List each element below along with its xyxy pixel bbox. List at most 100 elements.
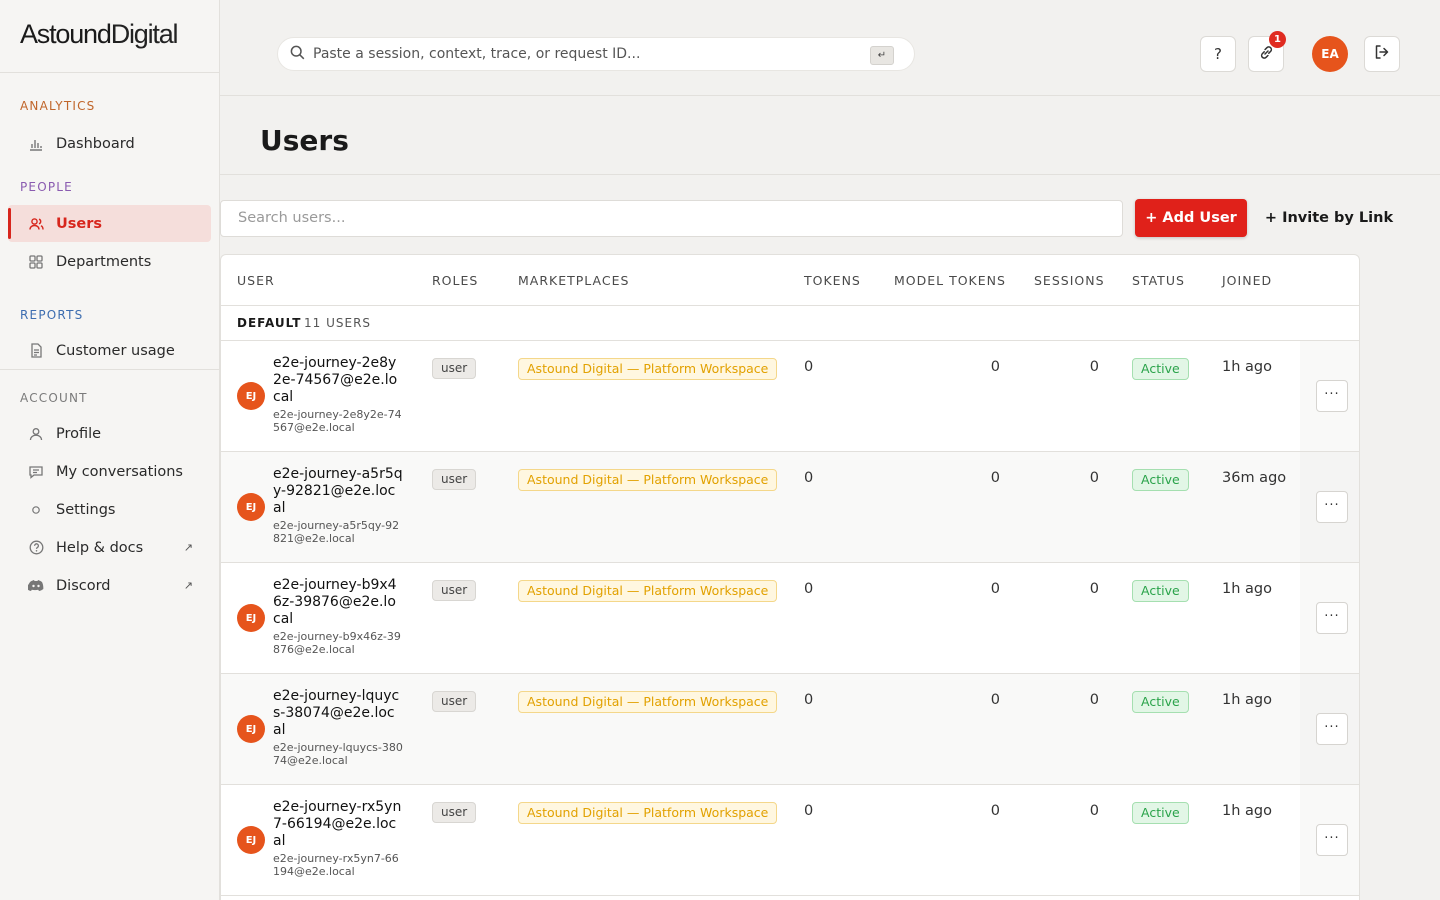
page-title: Users: [260, 124, 349, 157]
status-badge: Active: [1132, 580, 1189, 602]
more-actions-button[interactable]: ···: [1316, 713, 1348, 745]
sidebar-item-label: Departments: [56, 253, 152, 270]
row-actions-cell: ···: [1300, 674, 1359, 784]
model-tokens-value: 0: [990, 692, 1000, 708]
more-actions-button[interactable]: ···: [1316, 824, 1348, 856]
more-actions-button[interactable]: ···: [1316, 602, 1348, 634]
tokens-value: 0: [804, 803, 814, 819]
model-tokens-value: 0: [990, 581, 1000, 597]
sidebar-item-label: Profile: [56, 425, 102, 442]
user-name[interactable]: e2e-journey-2e8y2e-74567@e2e.local: [273, 355, 403, 405]
table-row[interactable]: EJ e2e-journey-lquycs-38074@e2e.local e2…: [221, 674, 1359, 785]
sidebar-item-help-docs[interactable]: Help & docs ↗: [8, 529, 211, 566]
table-row[interactable]: EJ e2e-journey-2e8y2e-74567@e2e.local e2…: [221, 341, 1359, 452]
user-email: e2e-journey-a5r5qy-92821@e2e.local: [273, 519, 400, 545]
sessions-value: 0: [1089, 803, 1099, 819]
user-name[interactable]: e2e-journey-a5r5qy-92821@e2e.local: [273, 466, 403, 516]
search-icon: [290, 45, 305, 64]
column-header-joined[interactable]: JOINED: [1222, 273, 1272, 288]
group-count: 11 USERS: [304, 316, 372, 330]
column-header-status[interactable]: STATUS: [1132, 273, 1185, 288]
sidebar-item-label: Settings: [56, 501, 116, 518]
grid-icon: [28, 254, 44, 270]
sidebar-item-dashboard[interactable]: Dashboard: [8, 125, 211, 162]
more-actions-button[interactable]: ···: [1316, 380, 1348, 412]
section-label-people: PEOPLE: [20, 180, 73, 194]
sessions-value: 0: [1089, 359, 1099, 375]
table-row[interactable]: EJ e2e-journey-rx5yn7-66194@e2e.local e2…: [221, 785, 1359, 896]
enter-key-hint: ↵: [870, 46, 894, 65]
brand-logo-part2: Digital: [110, 19, 179, 49]
sessions-value: 0: [1089, 470, 1099, 486]
column-header-roles[interactable]: ROLES: [432, 273, 478, 288]
joined-value: 1h ago: [1222, 692, 1272, 708]
joined-value: 1h ago: [1222, 803, 1272, 819]
logout-button[interactable]: [1364, 36, 1400, 72]
avatar: EJ: [237, 604, 265, 632]
marketplace-badge: Astound Digital — Platform Workspace: [518, 802, 778, 824]
sidebar-item-profile[interactable]: Profile: [8, 415, 211, 452]
joined-value: 1h ago: [1222, 581, 1272, 597]
tokens-value: 0: [804, 470, 814, 486]
sidebar-item-discord[interactable]: Discord ↗: [8, 567, 211, 604]
user-email: e2e-journey-2e8y2e-74567@e2e.local: [273, 408, 402, 434]
joined-value: 1h ago: [1222, 359, 1272, 375]
settings-icon: [28, 502, 44, 518]
add-user-button[interactable]: + Add User: [1135, 199, 1247, 237]
sidebar-item-settings[interactable]: Settings: [8, 491, 211, 528]
sidebar-item-users[interactable]: Users: [8, 205, 211, 242]
users-table: USER ROLES MARKETPLACES TOKENS MODEL TOK…: [220, 254, 1360, 900]
user-email: e2e-journey-lquycs-38074@e2e.local: [273, 741, 403, 767]
sidebar-item-customer-usage[interactable]: Customer usage: [8, 332, 211, 369]
table-row[interactable]: EJ e2e-journey-b9x46z-39876@e2e.local e2…: [221, 563, 1359, 674]
sidebar-item-my-conversations[interactable]: My conversations: [8, 453, 211, 490]
column-header-sessions[interactable]: SESSIONS: [1034, 273, 1105, 288]
column-header-model-tokens[interactable]: MODEL TOKENS: [894, 273, 1006, 288]
sidebar-item-label: Dashboard: [56, 135, 135, 152]
marketplace-badge: Astound Digital — Platform Workspace: [518, 691, 778, 713]
bar-chart-icon: [28, 136, 44, 152]
user-avatar[interactable]: EA: [1312, 36, 1348, 72]
section-label-reports: REPORTS: [20, 308, 84, 322]
status-badge: Active: [1132, 691, 1189, 713]
user-name[interactable]: e2e-journey-lquycs-38074@e2e.local: [273, 688, 403, 738]
sidebar: AstoundDigital ANALYTICS Dashboard PEOPL…: [0, 0, 220, 900]
links-button[interactable]: 1: [1248, 31, 1286, 72]
column-header-tokens[interactable]: TOKENS: [804, 273, 861, 288]
table-header: USER ROLES MARKETPLACES TOKENS MODEL TOK…: [221, 255, 1359, 306]
group-name: DEFAULT: [237, 316, 302, 330]
column-header-marketplaces[interactable]: MARKETPLACES: [518, 273, 629, 288]
invite-by-link-button[interactable]: + Invite by Link: [1263, 199, 1395, 237]
table-row[interactable]: EJ e2e-journey-a5r5qy-92821@e2e.local e2…: [221, 452, 1359, 563]
row-actions-cell: ···: [1300, 785, 1359, 895]
help-button[interactable]: ?: [1200, 36, 1236, 72]
user-name[interactable]: e2e-journey-rx5yn7-66194@e2e.local: [273, 799, 403, 849]
sidebar-item-departments[interactable]: Departments: [8, 243, 211, 280]
user-name[interactable]: e2e-journey-b9x46z-39876@e2e.local: [273, 577, 403, 627]
global-search-placeholder: Paste a session, context, trace, or requ…: [313, 46, 641, 62]
row-actions-cell: ···: [1300, 452, 1359, 562]
model-tokens-value: 0: [990, 359, 1000, 375]
discord-icon: [28, 578, 44, 594]
chat-icon: [28, 464, 44, 480]
avatar: EJ: [237, 382, 265, 410]
model-tokens-value: 0: [990, 470, 1000, 486]
brand-logo[interactable]: AstoundDigital: [0, 0, 219, 73]
role-badge: user: [432, 580, 477, 601]
sidebar-item-label: Discord: [56, 577, 111, 594]
role-badge: user: [432, 802, 477, 823]
tokens-value: 0: [804, 692, 814, 708]
role-badge: user: [432, 469, 477, 490]
marketplace-badge: Astound Digital — Platform Workspace: [518, 469, 778, 491]
column-header-user[interactable]: USER: [237, 273, 275, 288]
marketplace-badge: Astound Digital — Platform Workspace: [518, 358, 778, 380]
sessions-value: 0: [1089, 692, 1099, 708]
section-label-account: ACCOUNT: [20, 391, 88, 405]
sidebar-divider: [0, 369, 219, 370]
group-row-default[interactable]: DEFAULT 11 USERS: [221, 306, 1359, 341]
more-actions-button[interactable]: ···: [1316, 491, 1348, 523]
global-search-input[interactable]: Paste a session, context, trace, or requ…: [277, 37, 915, 71]
user-email: e2e-journey-rx5yn7-66194@e2e.local: [273, 852, 399, 878]
user-search-input[interactable]: Search users...: [220, 200, 1123, 237]
avatar: EJ: [237, 826, 265, 854]
